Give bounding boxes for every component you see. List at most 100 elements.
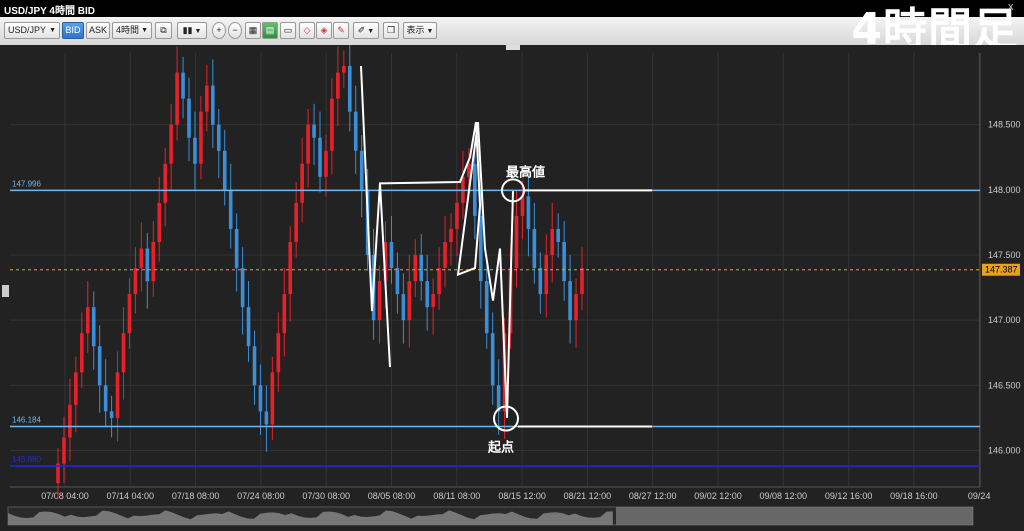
candle-body [103,385,108,412]
candle-body [544,255,549,295]
current-price-label: 147.387 [985,265,1018,275]
candle-body [532,228,537,269]
level-label: 146.184 [12,416,41,425]
candle-body [169,124,173,164]
candle-body [413,255,418,282]
candle-body [514,215,519,269]
candle-body [449,228,453,242]
x-tick-label: 09/24 [968,491,991,501]
ask-button[interactable]: ASK [86,22,110,39]
candle-body [80,333,84,373]
y-tick-label: 147.500 [988,250,1021,260]
candle-body [312,124,316,138]
candle-body [431,294,435,308]
draw-icon[interactable]: ◇ [299,22,315,39]
candle-body [276,333,281,373]
candle-body [568,281,572,321]
candle-body [115,372,120,418]
color-icon[interactable]: ▤ [262,22,278,39]
candle-body [145,248,150,282]
chevron-down-icon: ▼ [141,27,148,34]
candle-chart-icon[interactable]: ▮▮ ▼ [177,22,207,39]
symbol-select-value: USD/JPY [8,25,47,35]
candle-body [574,294,578,321]
y-tick-label: 147.000 [988,315,1021,325]
x-tick-label: 09/08 12:00 [760,491,808,501]
candle-body [228,189,233,229]
top-resize-handle [506,45,520,50]
candle-body [437,268,441,295]
y-tick-label: 148.500 [988,120,1021,130]
candle-body [222,150,227,190]
window-icon[interactable]: ▭ [280,22,296,39]
candle-body [121,333,126,373]
chevron-down-icon: ▼ [49,27,56,34]
candle-body [550,228,555,256]
chart-area[interactable]: 146.000 146.500 147.000 147.500 148.000 148.5… [0,45,1024,531]
candle-body [347,66,352,112]
start-annotation-label: 起点 [487,440,514,456]
x-tick-label: 07/14 04:00 [107,491,155,501]
candle-body [258,385,263,412]
candle-body [68,404,72,438]
candle-body [377,281,382,321]
candle-body [246,307,251,347]
candle-body [336,72,340,99]
candle-body [163,163,167,203]
candle-body [240,268,245,308]
candle-body [205,85,209,112]
candle-body [157,202,162,242]
x-tick-label: 08/15 12:00 [498,491,546,501]
draw-icon[interactable]: ✎ [333,22,349,39]
candle-body [395,268,400,295]
candle-body [133,268,138,295]
zoom-in-icon[interactable]: + [212,22,226,39]
x-tick-label: 07/24 08:00 [237,491,285,501]
candle-body [538,268,543,295]
candle-body [425,281,429,308]
candle-body [443,241,447,269]
grid-icon[interactable]: ▦ [245,22,261,39]
high-annotation-label: 最高値 [506,164,545,180]
draw-icon[interactable]: ◈ [316,22,332,39]
candle-body [306,124,310,164]
panel-collapse-handle [2,285,9,297]
candle-body [199,111,203,164]
y-tick-label: 146.000 [988,446,1021,456]
candle-body [288,241,293,295]
copy-icon[interactable]: ❐ [383,22,399,39]
level-label: 147.996 [12,179,41,188]
window-title: USD/JPY 4時間 BID [4,6,95,17]
bid-button[interactable]: BID [62,22,84,39]
candle-body [85,307,90,334]
candle-body [455,202,459,229]
candle-body [478,215,483,282]
candle-body [556,228,560,242]
candle-body [175,72,179,125]
symbol-select[interactable]: USD/JPY ▼ [4,22,60,39]
candle-body [389,241,394,269]
candle-body [216,124,221,151]
window-icon[interactable]: ⧉ [155,22,172,39]
candle-body [139,248,144,269]
candle-body [401,294,406,321]
candle-body [252,346,257,386]
candle-body [342,66,346,73]
candle-body [264,411,269,425]
candle-body [353,111,358,151]
x-tick-label: 07/30 08:00 [302,491,350,501]
timeframe-select[interactable]: 4時間 ▼ [112,22,152,39]
candle-body [234,228,239,269]
candle-body [211,85,215,125]
candle-body [151,241,156,282]
zoom-out-icon[interactable]: − [228,22,242,39]
timeframe-select-value: 4時間 [116,25,140,35]
display-menu-button[interactable]: 表示 ▼ [403,22,437,39]
x-tick-label: 09/12 16:00 [825,491,873,501]
candle-body [324,150,328,177]
y-tick-label: 146.500 [988,380,1021,390]
candle-body [359,150,364,190]
candle-body [490,333,495,386]
x-tick-label: 08/27 12:00 [629,491,677,501]
pen-icon[interactable]: ✐ ▼ [353,22,379,39]
